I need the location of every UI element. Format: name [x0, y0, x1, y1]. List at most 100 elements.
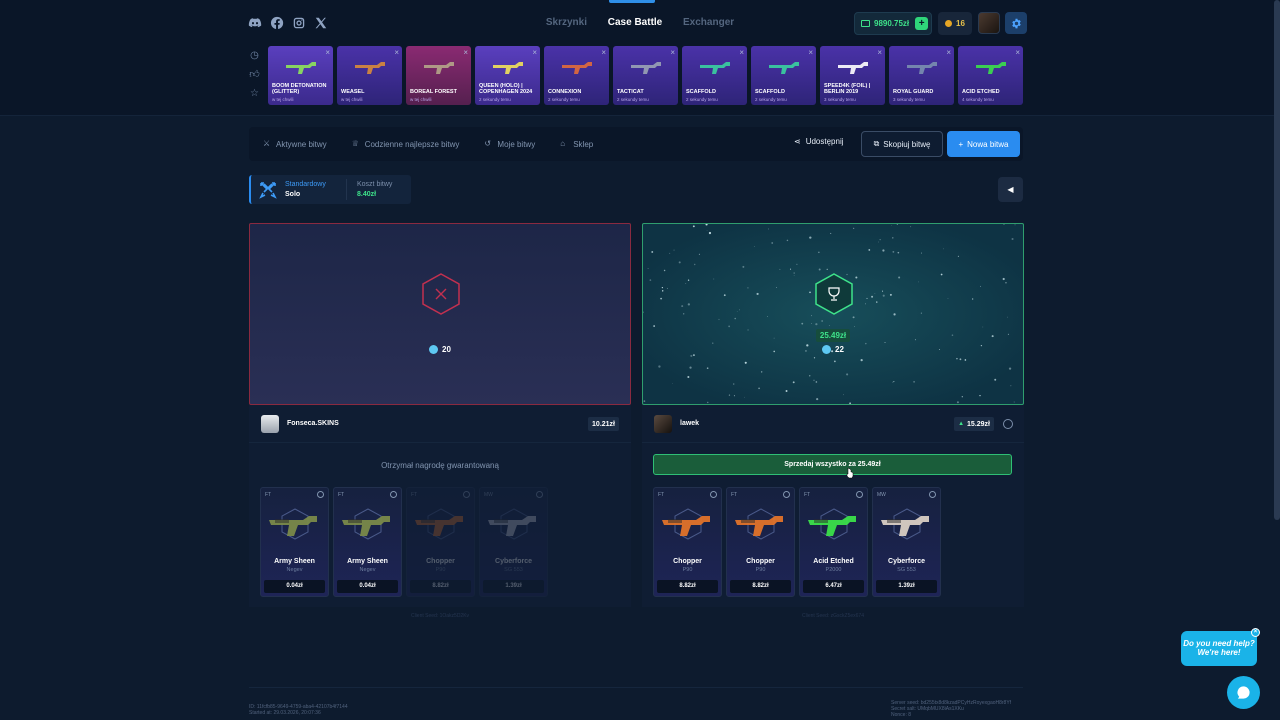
coins-display[interactable]: 16: [938, 12, 972, 35]
skin-card[interactable]: FT Chopper P90 8.82zł: [653, 487, 722, 597]
live-drop-item[interactable]: × WEASEL w tej chwili: [337, 46, 402, 105]
thumbs-up-icon[interactable]: 👍︎: [249, 69, 260, 80]
star: [796, 263, 798, 266]
skin-image: [662, 516, 710, 536]
live-drop-item[interactable]: × BOOM DETONATION (GLITTER) w tej chwili: [268, 46, 333, 105]
skin-card[interactable]: FT Acid Etched P2000 6.47zł: [799, 487, 868, 597]
close-icon[interactable]: ×: [1251, 628, 1260, 637]
nav-case-battle[interactable]: Case Battle: [608, 17, 662, 28]
close-icon[interactable]: ×: [1015, 48, 1020, 57]
live-drop-item[interactable]: × SCAFFOLD 2 sekundy temu: [751, 46, 816, 105]
drop-name: QUEEN (HOLO) | COPENHAGEN 2024: [479, 83, 533, 95]
chat-button[interactable]: [1227, 676, 1260, 709]
star: [663, 269, 666, 272]
live-drop-item[interactable]: × ROYAL GUARD 3 sekundy temu: [889, 46, 954, 105]
close-icon[interactable]: ×: [739, 48, 744, 57]
star: [868, 249, 871, 251]
coin-icon: [945, 20, 953, 27]
live-drop-item[interactable]: × SPEED4K (FOIL) | BERLIN 2019 3 sekundy t…: [820, 46, 885, 105]
condition-badge: FT: [731, 492, 738, 498]
skin-image: [808, 516, 856, 536]
add-funds-icon[interactable]: +: [915, 17, 929, 30]
skin-card[interactable]: FT Army Sheen Negev 0.04zł: [333, 487, 402, 597]
star: [771, 242, 774, 244]
star: [959, 358, 962, 361]
balance-display[interactable]: 9890.75zł +: [854, 12, 932, 35]
skin-price: 0.04zł: [264, 580, 325, 593]
player-name[interactable]: Fonseca.SKINS: [287, 420, 339, 427]
player-name[interactable]: lawek: [680, 420, 699, 427]
skin-image: [735, 516, 783, 536]
star: [818, 251, 820, 254]
tab-my-battles[interactable]: ↺ Moje bitwy: [484, 140, 535, 149]
collapse-button[interactable]: ◀: [998, 177, 1023, 202]
drop-name: TACTICAT: [617, 89, 644, 95]
skin-card[interactable]: MW Cyberforce SG 553 1.39zł: [872, 487, 941, 597]
star: [1005, 282, 1007, 284]
close-icon[interactable]: ×: [463, 48, 468, 57]
star: [865, 303, 866, 305]
tab-label: Codzienne najlepsze bitwy: [364, 139, 460, 149]
star: [994, 378, 997, 381]
live-drop-item[interactable]: × TACTICAT 2 sekundy temu: [613, 46, 678, 105]
skin-card[interactable]: MW Cyberforce SG 553 1.39zł: [479, 487, 548, 597]
gem-icon: [822, 345, 832, 354]
avatar[interactable]: [654, 415, 672, 433]
close-icon[interactable]: ×: [394, 48, 399, 57]
close-icon[interactable]: ×: [532, 48, 537, 57]
page-scrollbar[interactable]: [1274, 0, 1280, 520]
close-icon[interactable]: ×: [946, 48, 951, 57]
help-bubble[interactable]: Do you need help? We're here! ×: [1181, 628, 1260, 666]
avatar[interactable]: [261, 415, 279, 433]
user-avatar[interactable]: [978, 12, 1000, 34]
close-icon[interactable]: ×: [877, 48, 882, 57]
close-icon[interactable]: ×: [601, 48, 606, 57]
live-drop-item[interactable]: × QUEEN (HOLO) | COPENHAGEN 2024 2 sekundy…: [475, 46, 540, 105]
nav-skrzynki[interactable]: Skrzynki: [546, 17, 587, 28]
star: [767, 316, 768, 317]
star: [669, 252, 671, 254]
crossed-swords-icon: [259, 182, 277, 199]
drop-name: ACID ETCHED: [962, 89, 1000, 95]
star-icon[interactable]: ☆: [249, 88, 260, 99]
weapon-name: P90: [435, 567, 446, 573]
divider: [346, 179, 347, 200]
shield-icon: [536, 491, 543, 498]
live-drop-item[interactable]: × BOREAL FOREST w tej chwili: [406, 46, 471, 105]
share-button[interactable]: ⋖ Udostępnij: [794, 137, 844, 146]
close-icon[interactable]: ×: [808, 48, 813, 57]
tab-daily-best[interactable]: ♕ Codzienne najlepsze bitwy: [352, 140, 460, 149]
condition-badge: FT: [338, 492, 345, 498]
info-icon[interactable]: [1003, 419, 1013, 429]
star: [723, 294, 726, 297]
tab-shop[interactable]: ⌂ Sklep: [560, 140, 593, 149]
trophy-hex-icon: [815, 273, 853, 315]
tab-active-battles[interactable]: ⚔ Aktywne bitwy: [263, 140, 327, 149]
battle-meta: ID: 11fcfb85-9649-4759-aba4-42107b4f7144…: [249, 704, 348, 716]
skin-card[interactable]: FT Chopper P90 8.82zł: [726, 487, 795, 597]
live-drop-item[interactable]: × SCAFFOLD 2 sekundy temu: [682, 46, 747, 105]
drop-time: 2 sekundy temu: [479, 97, 511, 102]
star: [776, 286, 777, 288]
close-icon[interactable]: ×: [670, 48, 675, 57]
battle-toolbar: ⚔ Aktywne bitwy ♕ Codzienne najlepsze bitw…: [249, 127, 1023, 161]
star: [893, 313, 896, 316]
nav-exchanger[interactable]: Exchanger: [683, 17, 734, 28]
settings-button[interactable]: [1005, 12, 1027, 34]
skin-card[interactable]: FT Army Sheen Negev 0.04zł: [260, 487, 329, 597]
skin-card[interactable]: FT Chopper P90 8.82zł: [406, 487, 475, 597]
star: [882, 294, 885, 297]
live-drop-item[interactable]: × ACID ETCHED 4 sekundy temu: [958, 46, 1023, 105]
skin-name: Acid Etched: [813, 558, 854, 565]
clock-icon[interactable]: ◷: [249, 50, 260, 61]
star: [643, 400, 646, 403]
copy-battle-button[interactable]: ⧉ Skopiuj bitwę: [861, 131, 943, 157]
drop-name: CONNEXION: [548, 89, 582, 95]
live-drop-item[interactable]: × CONNEXION 2 sekundy temu: [544, 46, 609, 105]
star: [809, 375, 811, 377]
close-icon[interactable]: ×: [325, 48, 330, 57]
drop-time: w tej chwili: [410, 97, 432, 102]
sell-all-button[interactable]: Sprzedaj wszystko za 25.49zł: [653, 454, 1012, 475]
skin-image: [269, 516, 317, 536]
new-battle-button[interactable]: + Nowa bitwa: [947, 131, 1020, 157]
